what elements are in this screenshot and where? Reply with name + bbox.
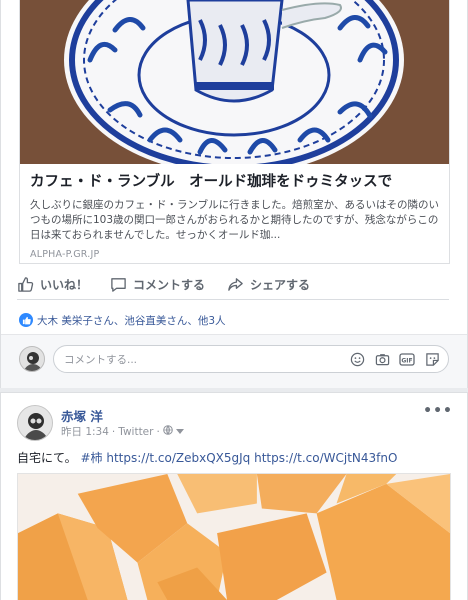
comment-input[interactable]: コメントする... GIF [53,345,449,373]
comment-label: コメントする [133,278,206,292]
thumbs-up-icon [18,277,34,292]
share-button[interactable]: シェアする [227,276,310,293]
tco-link-2[interactable]: https://t.co/WCjtN43fnO [254,451,397,465]
more-options-icon[interactable]: ••• [423,403,453,419]
share-arrow-icon [228,278,243,291]
post-actions-bar: いいね！ コメントする シェアする [17,270,449,300]
chevron-down-icon[interactable] [175,426,184,438]
post-meta: 昨日 1:34 · Twitter · [61,424,184,439]
comment-composer: コメントする... GIF [19,345,449,373]
post-photo-persimmons[interactable] [17,473,451,600]
post-time[interactable]: 昨日 1:34 [61,424,109,439]
avatar[interactable] [17,405,53,441]
like-button[interactable]: いいね！ [17,276,88,293]
post-text: 自宅にて。 #柿 https://t.co/ZebxQX5gJq https:/… [17,449,397,466]
twitter-post: 赤塚 洋 昨日 1:34 · Twitter · ••• 自宅にて。 #柿 ht… [0,392,468,600]
comment-placeholder: コメントする... [64,353,138,366]
link-preview[interactable]: カフェ・ド・ランブル オールド珈琲をドゥミタッスで 久しぶりに銀座のカフェ・ド・… [19,0,450,264]
tco-link-1[interactable]: https://t.co/ZebxQX5gJq [106,451,250,465]
post-source[interactable]: Twitter [118,426,153,438]
link-preview-title[interactable]: カフェ・ド・ランブル オールド珈琲をドゥミタッスで [30,172,439,192]
meta-separator: · [111,425,116,438]
like-reaction-icon [19,313,33,327]
gif-icon[interactable]: GIF [399,351,415,367]
globe-icon[interactable] [163,425,173,438]
post-text-plain: 自宅にて。 [17,451,77,465]
preview-image-coffee-cup[interactable] [20,0,449,164]
shared-link-post: カフェ・ド・ランブル オールド珈琲をドゥミタッスで 久しぶりに銀座のカフェ・ド・… [0,0,468,388]
hashtag-link[interactable]: #柿 [80,451,102,465]
avatar[interactable] [19,346,45,372]
meta-separator: · [156,425,160,438]
reactions-names[interactable]: 大木 美栄子さん、池谷直美さん、他3人 [37,313,226,328]
post-author[interactable]: 赤塚 洋 [61,406,103,425]
link-preview-description: 久しぶりに銀座のカフェ・ド・ランブルに行きました。焙煎室か、あるいはその隣のいつ… [30,199,439,241]
like-label: いいね！ [40,278,89,292]
comment-bubble-icon [111,278,126,292]
emoji-icon[interactable] [349,351,365,367]
sticker-icon[interactable] [424,351,440,367]
comment-button[interactable]: コメントする [110,276,205,293]
link-preview-domain: ALPHA-P.GR.JP [30,249,100,260]
reactions-summary[interactable]: 大木 美栄子さん、池谷直美さん、他3人 [19,311,226,329]
share-label: シェアする [250,278,311,292]
camera-icon[interactable] [374,351,390,367]
svg-text:GIF: GIF [401,357,412,364]
